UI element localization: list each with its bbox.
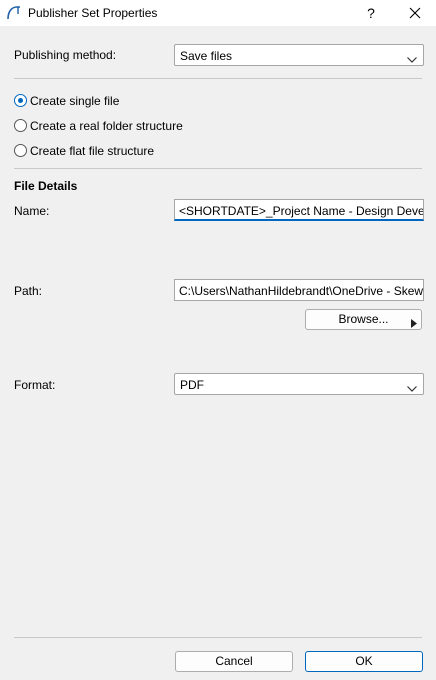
path-input-value: C:\Users\NathanHildebrandt\OneDrive - Sk… (179, 284, 424, 298)
close-button[interactable] (392, 0, 436, 26)
chevron-down-icon (407, 381, 417, 395)
chevron-down-icon (407, 52, 417, 66)
format-select[interactable]: PDF (174, 373, 424, 395)
radio-button[interactable] (14, 144, 27, 157)
radio-button[interactable] (14, 94, 27, 107)
name-label: Name: (14, 204, 50, 218)
publishing-method-select[interactable]: Save files (174, 44, 424, 66)
divider (14, 168, 422, 169)
cancel-button[interactable]: Cancel (175, 651, 293, 672)
radio-label: Create flat file structure (30, 144, 155, 158)
name-input-value: <SHORTDATE>_Project Name - Design Develo… (179, 204, 424, 218)
radio-button[interactable] (14, 119, 27, 132)
close-icon (409, 7, 421, 19)
radio-label: Create a real folder structure (30, 119, 183, 133)
path-input[interactable]: C:\Users\NathanHildebrandt\OneDrive - Sk… (174, 279, 424, 301)
divider (14, 78, 422, 79)
triangle-right-icon (411, 315, 417, 333)
format-label: Format: (14, 378, 56, 392)
ok-button[interactable]: OK (305, 651, 423, 672)
window-title: Publisher Set Properties (28, 6, 158, 20)
radio-label: Create single file (30, 94, 120, 108)
divider (14, 637, 422, 638)
publishing-method-label: Publishing method: (14, 48, 117, 62)
name-input[interactable]: <SHORTDATE>_Project Name - Design Develo… (174, 199, 424, 221)
browse-label: Browse... (338, 312, 389, 326)
path-label: Path: (14, 284, 43, 298)
format-value: PDF (180, 378, 204, 392)
browse-button[interactable]: Browse... (305, 309, 422, 330)
arc-icon (6, 5, 22, 21)
title-bar: Publisher Set Properties ? (0, 0, 436, 26)
file-details-heading: File Details (14, 179, 78, 193)
help-button[interactable]: ? (348, 0, 394, 26)
publishing-method-value: Save files (180, 49, 233, 63)
